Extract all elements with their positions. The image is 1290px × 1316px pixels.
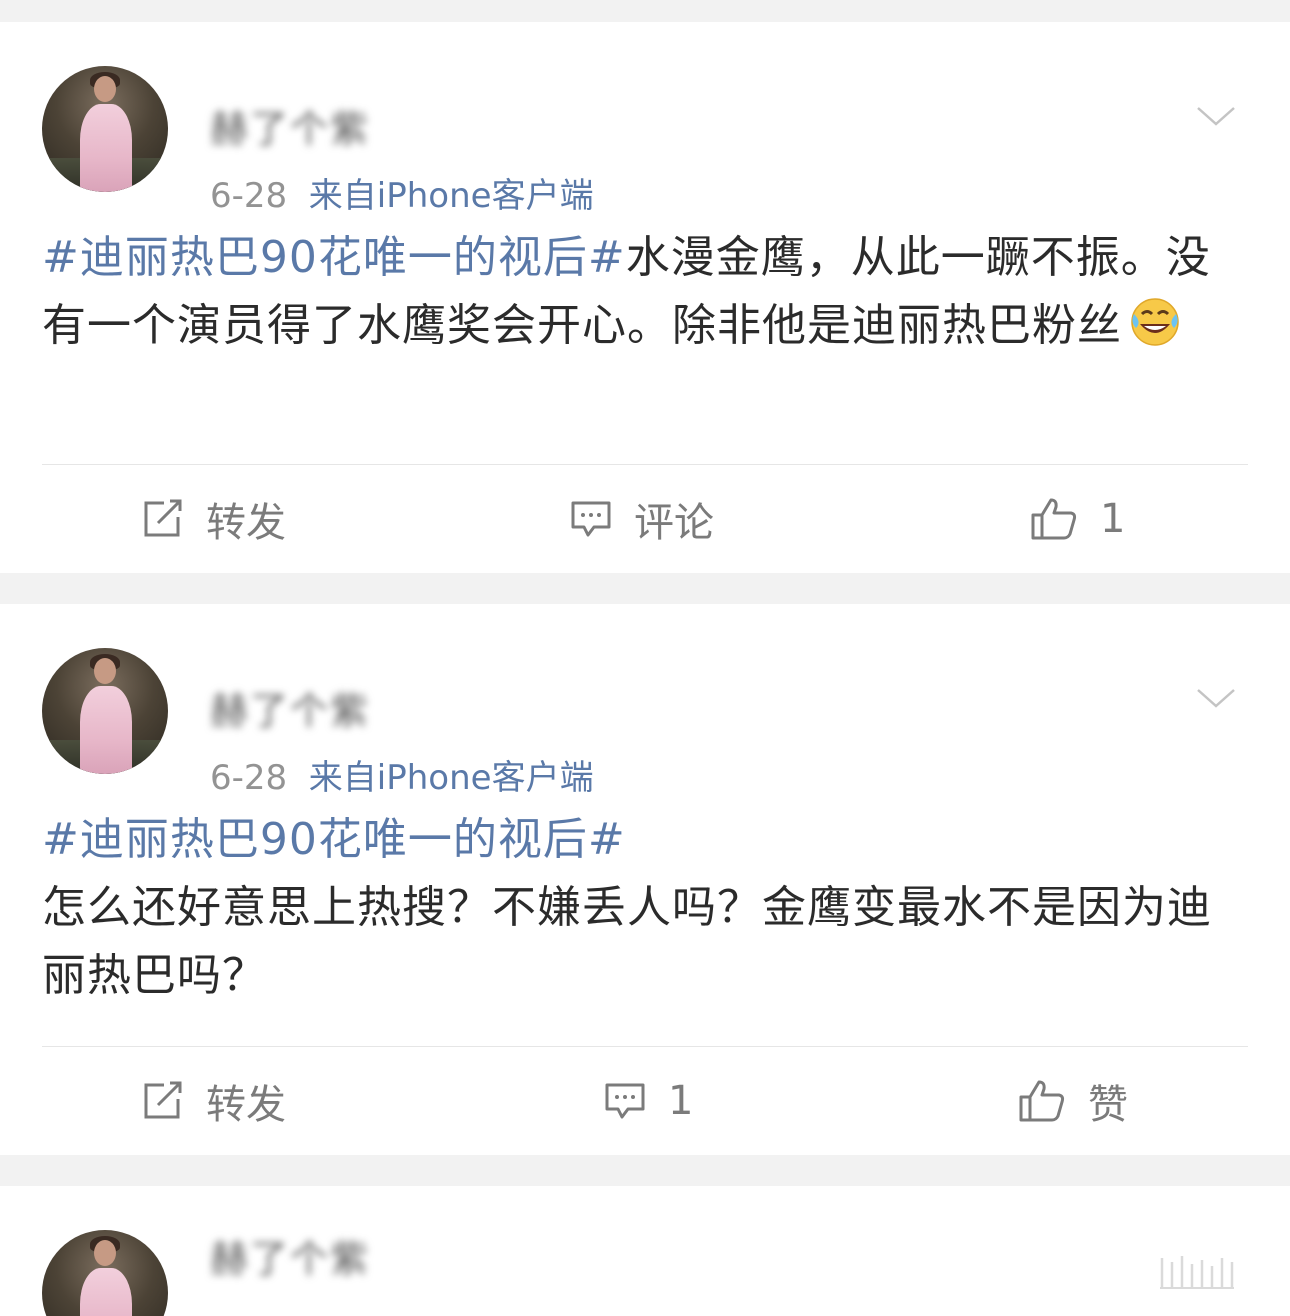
post-date: 6-28 — [210, 176, 288, 216]
username[interactable]: 赫了个紫 — [210, 98, 370, 153]
post-meta: 6-28 来自iPhone客户端 — [210, 750, 594, 799]
action-bar: 转发 评论 1 — [42, 464, 1248, 573]
topic-link[interactable]: #迪丽热巴90花唯一的视后# — [42, 232, 626, 283]
laugh-cry-emoji-icon — [1131, 298, 1179, 346]
thumbs-up-icon — [1019, 1080, 1065, 1122]
avatar[interactable] — [42, 66, 168, 192]
action-bar: 转发 1 赞 — [42, 1046, 1248, 1155]
chevron-down-icon[interactable] — [1196, 682, 1236, 712]
post-content: #迪丽热巴90花唯一的视后# 怎么还好意思上热搜？不嫌丢人吗？金鹰变最水不是因为… — [42, 806, 1248, 1010]
post-card: 赫了个紫 — [0, 1186, 1290, 1316]
watermark-icon — [1160, 1256, 1234, 1289]
post-separator — [0, 573, 1290, 604]
forward-button[interactable]: 转发 — [142, 465, 286, 573]
post-content: #迪丽热巴90花唯一的视后#水漫金鹰，从此一蹶不振。没有一个演员得了水鹰奖会开心… — [42, 224, 1248, 360]
like-label: 赞 — [1088, 1082, 1128, 1128]
post-date: 6-28 — [210, 758, 288, 798]
top-spacer — [0, 0, 1290, 22]
like-button[interactable]: 1 — [1030, 465, 1125, 573]
comment-button[interactable]: 评论 — [570, 465, 714, 573]
username[interactable]: 赫了个紫 — [210, 1228, 370, 1283]
post-header: 赫了个紫 6-28 来自iPhone客户端 — [42, 22, 1248, 216]
thumbs-up-icon — [1031, 498, 1077, 540]
forward-icon — [144, 1081, 182, 1119]
post-card: 赫了个紫 6-28 来自iPhone客户端 #迪丽热巴90花唯一的视后#水漫金鹰… — [0, 22, 1290, 573]
post-separator — [0, 1155, 1290, 1186]
comment-icon — [605, 1083, 645, 1119]
like-button[interactable]: 赞 — [1018, 1047, 1128, 1155]
post-header: 赫了个紫 6-28 来自iPhone客户端 — [42, 604, 1248, 798]
comment-count: 1 — [668, 1078, 694, 1124]
comment-icon — [571, 501, 611, 537]
forward-icon — [144, 499, 182, 537]
forward-label: 转发 — [206, 500, 286, 546]
chevron-down-icon[interactable] — [1196, 100, 1236, 130]
post-source: 来自iPhone客户端 — [308, 758, 594, 798]
post-source: 来自iPhone客户端 — [308, 176, 594, 216]
post-meta: 6-28 来自iPhone客户端 — [210, 168, 594, 217]
forward-label: 转发 — [206, 1082, 286, 1128]
avatar[interactable] — [42, 1230, 168, 1316]
forward-button[interactable]: 转发 — [142, 1047, 286, 1155]
username[interactable]: 赫了个紫 — [210, 680, 370, 735]
topic-link[interactable]: #迪丽热巴90花唯一的视后# — [42, 806, 1248, 874]
comment-button[interactable]: 1 — [604, 1047, 693, 1155]
like-count: 1 — [1100, 496, 1126, 542]
avatar[interactable] — [42, 648, 168, 774]
post-text: 怎么还好意思上热搜？不嫌丢人吗？金鹰变最水不是因为迪丽热巴吗？ — [42, 882, 1212, 1001]
post-card: 赫了个紫 6-28 来自iPhone客户端 #迪丽热巴90花唯一的视后# 怎么还… — [0, 604, 1290, 1155]
comment-label: 评论 — [634, 500, 714, 546]
post-header: 赫了个紫 — [42, 1186, 1248, 1316]
